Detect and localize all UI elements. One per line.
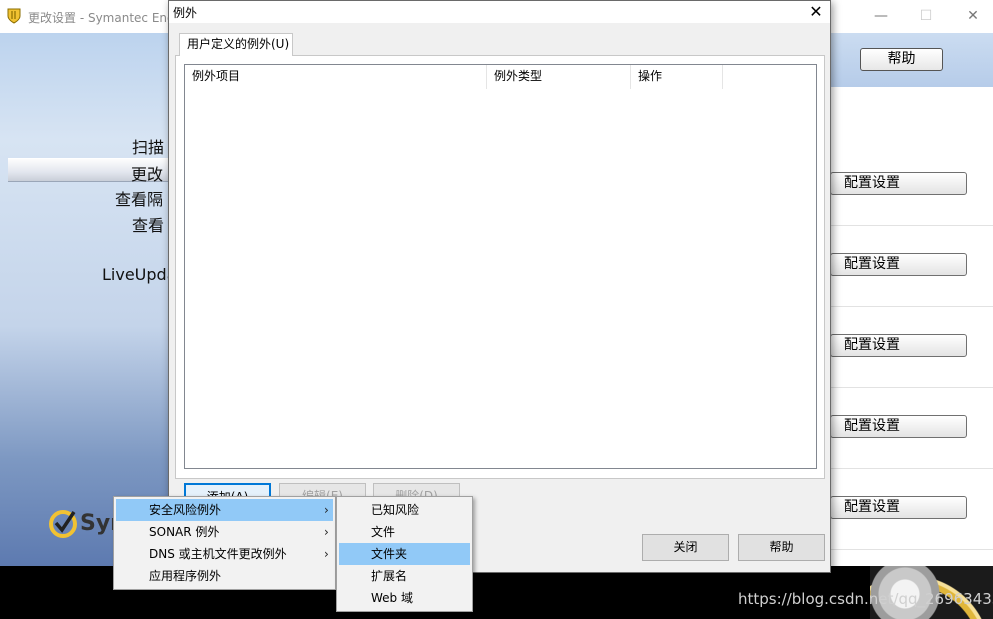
dialog-help-button[interactable]: 帮助 — [738, 534, 825, 561]
settings-row: 配置设置 — [830, 307, 993, 388]
tab-user-defined-exceptions[interactable]: 用户定义的例外(U) — [179, 33, 293, 56]
sidebar-item-label: 扫描 — [132, 138, 165, 157]
menu-item-label: 已知风险 — [371, 503, 420, 517]
column-header-item[interactable]: 例外项目 — [185, 65, 487, 89]
dialog-titlebar: 例外 ✕ — [169, 1, 830, 23]
settings-row: 配置设置 — [830, 145, 993, 226]
symantec-logo-icon — [49, 510, 77, 538]
sidebar-item-quarantine[interactable]: 查看隔 — [0, 184, 168, 209]
chevron-right-icon: › — [324, 503, 329, 517]
menu-item-label: Web 域 — [371, 591, 413, 605]
sidebar-item-label: LiveUpda — [102, 265, 168, 284]
help-button[interactable]: 帮助 — [860, 48, 943, 71]
menu-item-label: 文件 — [371, 525, 396, 539]
settings-row: 配置设置 — [830, 469, 993, 550]
menu-item-label: 应用程序例外 — [149, 569, 222, 583]
chevron-right-icon: › — [324, 547, 329, 561]
sidebar-item-label: 更改 — [131, 165, 164, 184]
chevron-right-icon: › — [324, 525, 329, 539]
add-exception-menu: 安全风险例外 › SONAR 例外 › DNS 或主机文件更改例外 › 应用程序… — [113, 496, 336, 590]
configure-settings-button[interactable]: 配置设置 — [830, 496, 967, 519]
submenu-item-extension[interactable]: 扩展名 — [339, 565, 470, 587]
tab-panel: 例外项目 例外类型 操作 — [175, 55, 825, 479]
menu-item-application-exception[interactable]: 应用程序例外 — [116, 565, 333, 587]
menu-item-label: 安全风险例外 — [149, 503, 222, 517]
sidebar: 扫描 更改 查看隔 查看 LiveUpda Sym — [0, 33, 168, 566]
submenu-item-web-domain[interactable]: Web 域 — [339, 587, 470, 609]
menu-item-label: SONAR 例外 — [149, 525, 220, 539]
menu-item-sonar-exception[interactable]: SONAR 例外 › — [116, 521, 333, 543]
configure-settings-button[interactable]: 配置设置 — [830, 415, 967, 438]
sidebar-item-view[interactable]: 查看 — [0, 210, 168, 235]
exceptions-list[interactable]: 例外项目 例外类型 操作 — [184, 64, 817, 469]
close-button[interactable]: ✕ — [958, 6, 988, 26]
sidebar-item-change-settings[interactable]: 更改 — [8, 158, 168, 184]
column-header-type[interactable]: 例外类型 — [487, 65, 631, 89]
watermark: https://blog.csdn.net/qq_26963433 — [738, 590, 993, 608]
main-window-title: 更改设置 - Symantec End — [28, 11, 175, 25]
security-risk-submenu: 已知风险 文件 文件夹 扩展名 Web 域 — [336, 496, 473, 612]
submenu-item-folder[interactable]: 文件夹 — [339, 543, 470, 565]
menu-item-label: 文件夹 — [371, 547, 408, 561]
submenu-item-known-risk[interactable]: 已知风险 — [339, 499, 470, 521]
sidebar-item-scan[interactable]: 扫描 — [0, 132, 168, 157]
sidebar-item-liveupdate[interactable]: LiveUpda — [0, 263, 168, 287]
minimize-button[interactable]: — — [866, 6, 896, 26]
menu-item-dns-host-exception[interactable]: DNS 或主机文件更改例外 › — [116, 543, 333, 565]
configure-settings-button[interactable]: 配置设置 — [830, 334, 967, 357]
column-header-action[interactable]: 操作 — [631, 65, 723, 89]
sidebar-item-label: 查看 — [132, 216, 165, 235]
dialog-title: 例外 — [173, 6, 198, 20]
dialog-close-icon[interactable]: ✕ — [805, 1, 827, 23]
configure-settings-button[interactable]: 配置设置 — [830, 253, 967, 276]
symantec-shield-icon — [7, 8, 21, 24]
menu-item-label: DNS 或主机文件更改例外 — [149, 547, 287, 561]
settings-row: 配置设置 — [830, 226, 993, 307]
exceptions-dialog: 例外 ✕ 用户定义的例外(U) 例外项目 例外类型 操作 添加(A) 编辑(E)… — [168, 0, 831, 573]
settings-row: 配置设置 — [830, 388, 993, 469]
maximize-button[interactable]: ☐ — [911, 6, 941, 26]
menu-item-label: 扩展名 — [371, 569, 408, 583]
submenu-item-file[interactable]: 文件 — [339, 521, 470, 543]
sidebar-item-label: 查看隔 — [115, 190, 164, 209]
configure-settings-button[interactable]: 配置设置 — [830, 172, 967, 195]
close-button[interactable]: 关闭 — [642, 534, 729, 561]
menu-item-security-risk-exception[interactable]: 安全风险例外 › — [116, 499, 333, 521]
